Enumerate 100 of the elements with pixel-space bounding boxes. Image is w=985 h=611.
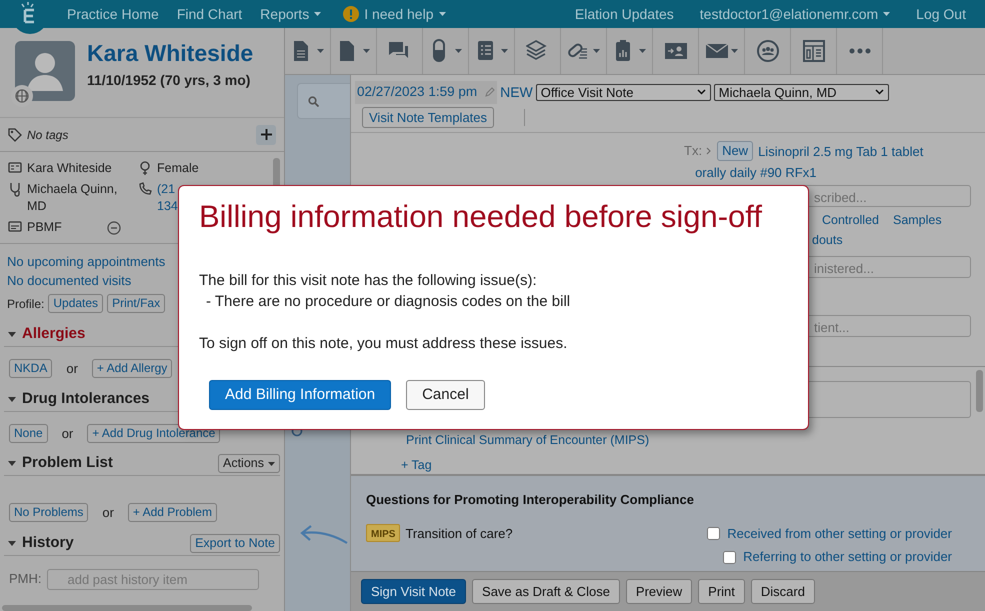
pencil-icon [485,87,496,98]
add-tag-button[interactable] [256,124,276,144]
nav-link[interactable]: Find Chart [168,4,252,24]
nav-link[interactable]: testdoctor1@elationemr.com [690,4,900,24]
or-text: or [62,424,74,442]
alert-icon [343,6,360,22]
status-text: NEW [500,82,533,102]
caret-icon [639,49,646,53]
caret-icon [883,12,890,16]
caret-icon [8,540,16,546]
dialog-button[interactable]: Cancel [406,380,485,410]
scrollbar[interactable] [976,370,983,412]
phone-icon [138,182,152,197]
search-icon [308,96,319,106]
dialog-text: To sign off on this note, you must address these issues. [199,334,568,354]
section-title: Problem List [22,453,113,474]
caret-icon [731,49,738,53]
select-field[interactable]: Office Visit Note [536,84,711,101]
detail-text: Kara Whiteside [27,160,112,177]
checkbox[interactable] [723,550,736,564]
tag-link[interactable]: + Tag [401,456,432,475]
nav-link[interactable]: Elation Updates [566,4,683,24]
avatar [15,41,75,101]
caret-icon [8,396,16,402]
chevron-icon [874,89,884,96]
dialog-text: The bill for this visit note has the following issue(s): [199,271,538,292]
nav-link[interactable]: Reports [251,4,330,24]
action-button[interactable]: Save as Draft & Close [472,579,620,604]
appointment-link[interactable]: No documented visits [7,271,132,290]
select-field[interactable]: Michaela Quinn, MD [714,84,889,101]
or-text: or [102,504,114,522]
option-link[interactable]: Samples [892,210,942,230]
checkbox-label[interactable]: Referring to other setting or provider [743,547,952,567]
phone-link[interactable]: (21 134 [157,181,178,215]
mips-badge: MIPS [366,524,400,542]
tags-text: No tags [27,126,68,144]
layout-icon [802,39,826,63]
stethoscope-icon [8,182,22,197]
patient-name: Kara Whiteside [87,41,254,66]
nav-link[interactable]: I need help [334,4,454,24]
nav-link[interactable]: Practice Home [58,4,168,24]
caret-icon [501,49,508,53]
detail-text: Female [157,160,199,177]
chevron-icon [696,89,706,96]
plus-icon [260,129,272,140]
section-action-button[interactable]: Export to Note [190,534,280,552]
tag-icon [8,128,22,142]
option-button[interactable]: None [9,424,48,443]
new-badge: New [717,141,754,162]
appointment-link[interactable]: No upcoming appointments [7,252,166,271]
profile-label: Profile: [7,296,44,312]
add-button[interactable]: + Add Problem [128,503,217,522]
templates-button[interactable]: Visit Note Templates [362,107,494,128]
option-link[interactable]: douts [812,230,843,250]
detail-text: PBMF [27,219,62,236]
chevron-icon [706,147,712,156]
profile-button[interactable]: Print/Fax [107,294,166,313]
action-button[interactable]: Print [698,579,745,604]
action-button[interactable]: Sign Visit Note [361,579,466,604]
scrollbar[interactable] [2,605,252,611]
prescription-link[interactable]: Lisinopril 2.5 mg Tab 1 tablet [758,140,924,162]
issue-text: - There are no procedure or diagnosis codes on the bill [205,292,572,312]
date-of-birth: 11/10/1952 (70 yrs, 3 mo) [87,71,252,90]
prescription-link[interactable]: orally daily #90 RFx1 [695,162,816,183]
caret-icon [268,462,275,466]
dialog-button[interactable]: Add Billing Information [209,380,392,410]
datetime-link[interactable]: 02/27/2023 1:59 pm [355,81,498,104]
profile-button[interactable]: Updates [48,294,104,313]
option-button[interactable]: No Problems [9,503,88,522]
option-link[interactable]: Controlled [822,210,879,230]
more-icon [848,48,870,54]
caret-icon [317,49,324,53]
remove-icon[interactable] [106,221,121,235]
or-text: or [66,360,78,378]
caret-icon [8,461,16,466]
questions-title: Questions for Promoting Interoperability Compliance [366,491,695,510]
field-label: PMH: [9,570,42,588]
action-button[interactable]: Preview [626,579,692,604]
section-title: Allergies [22,324,86,344]
group-icon [756,39,780,63]
search-field[interactable] [297,83,350,119]
add-button[interactable]: + Add Allergy [92,359,172,378]
section-action-button[interactable]: Actions [218,454,280,473]
action-button[interactable]: Discard [750,579,815,604]
caret-icon [455,49,462,53]
nav-link[interactable]: Log Out [907,4,975,24]
section-title: Drug Intolerances [22,388,150,409]
caret-icon [593,49,600,53]
checkbox-label[interactable]: Received from other setting or provider [727,524,952,544]
female-icon [138,161,152,176]
checkbox[interactable] [707,527,720,540]
caret-icon [363,49,370,53]
input-field[interactable]: add past history item [46,568,258,590]
section-title: History [22,532,74,553]
caret-icon [8,332,16,337]
summary-link[interactable]: Print Clinical Summary of Encounter (MIPS) [406,431,650,450]
option-button[interactable]: NKDA [9,359,52,378]
detail-text: Michaela Quinn, MD [27,181,118,215]
caret-icon [314,12,322,16]
caret-icon [438,12,446,16]
